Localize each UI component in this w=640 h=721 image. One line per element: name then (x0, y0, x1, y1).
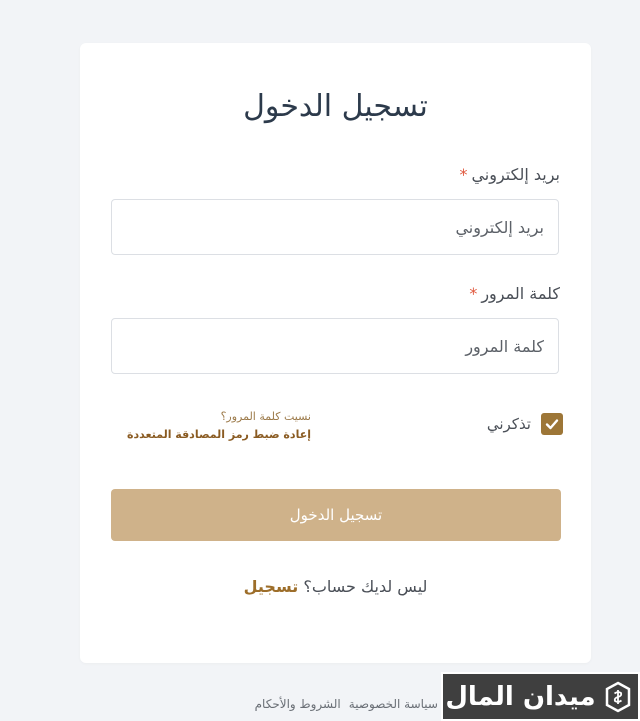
footer-links: سياسة الخصوصية الشروط والأحكام (255, 697, 438, 711)
watermark-text: ميدان المال (443, 674, 598, 719)
checkmark-icon (545, 419, 559, 430)
password-input[interactable] (111, 318, 559, 374)
page-title: تسجيل الدخول (243, 89, 428, 124)
login-page: تسجيل الدخول بريد إلكتروني* كلمة المرور*… (0, 0, 640, 721)
email-input[interactable] (111, 199, 559, 255)
password-label-text: كلمة المرور (481, 284, 560, 303)
login-button[interactable]: تسجيل الدخول (111, 489, 561, 541)
password-required-mark: * (469, 284, 478, 303)
signup-prompt: ليس لديك حساب؟ تسجيل (80, 577, 591, 596)
watermark-logo-icon (598, 674, 638, 719)
reset-mfa-link[interactable]: إعادة ضبط رمز المصادقة المتعددة (111, 426, 311, 444)
terms-link[interactable]: الشروط والأحكام (255, 697, 341, 711)
watermark: ميدان المال (441, 672, 640, 721)
privacy-policy-link[interactable]: سياسة الخصوصية (349, 697, 438, 711)
remember-me-label: تذكرني (486, 415, 531, 433)
remember-me: تذكرني (487, 413, 563, 435)
remember-me-checkbox[interactable] (541, 413, 563, 435)
password-label: كلمة المرور* (469, 284, 560, 303)
account-help-links: نسيت كلمة المرور؟ إعادة ضبط رمز المصادقة… (111, 408, 311, 444)
login-card: تسجيل الدخول بريد إلكتروني* كلمة المرور*… (80, 43, 591, 663)
email-label: بريد إلكتروني* (459, 165, 560, 184)
forgot-password-link[interactable]: نسيت كلمة المرور؟ (111, 408, 311, 426)
signup-prompt-text: ليس لديك حساب؟ (303, 577, 428, 596)
email-required-mark: * (459, 165, 468, 184)
email-label-text: بريد إلكتروني (471, 165, 560, 184)
signup-link[interactable]: تسجيل (244, 577, 299, 596)
